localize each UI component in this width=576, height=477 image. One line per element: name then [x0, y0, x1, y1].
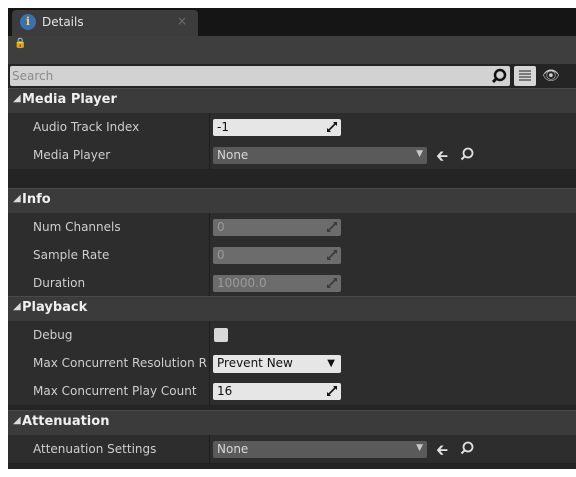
column-divider[interactable] [209, 321, 210, 349]
number-field: 10000.0 [213, 275, 341, 292]
column-divider[interactable] [209, 213, 210, 241]
property-row: Num Channels 0 [8, 213, 576, 242]
asset-value: None [217, 442, 249, 456]
chevron-down-icon: ▼ [416, 149, 423, 159]
drag-handle-icon [327, 250, 337, 260]
asset-value: None [217, 148, 249, 162]
number-field: 0 [213, 247, 341, 264]
property-label: Sample Rate [33, 248, 110, 262]
collapse-arrow-icon[interactable]: ◢ [13, 415, 21, 426]
chevron-down-icon: ▼ [416, 443, 423, 453]
property-label: Duration [33, 276, 86, 290]
collapse-arrow-icon[interactable]: ◢ [13, 93, 21, 104]
debug-checkbox[interactable] [214, 328, 228, 342]
number-value: 10000.0 [217, 276, 267, 290]
view-options-eye-icon[interactable]: 👁 [542, 68, 576, 86]
column-divider[interactable] [209, 349, 210, 377]
category-header[interactable]: ◢ Playback [8, 296, 576, 321]
enum-dropdown[interactable]: Prevent New ▼ [213, 355, 341, 373]
column-divider[interactable] [209, 141, 210, 169]
column-divider[interactable] [209, 113, 210, 141]
collapse-arrow-icon[interactable]: ◢ [13, 301, 21, 312]
drag-handle-icon [327, 222, 337, 232]
property-row: Duration 10000.0 [8, 269, 576, 298]
info-icon: i [20, 14, 36, 30]
close-icon[interactable]: × [177, 14, 187, 28]
category-label: Media Player [22, 92, 117, 107]
use-selected-arrow-icon[interactable]: 🡰 [436, 440, 454, 459]
property-label: Debug [33, 328, 73, 342]
category-label: Playback [22, 300, 88, 315]
category-header[interactable]: ◢ Info [8, 188, 576, 213]
toolbar: 🔒 [8, 36, 576, 64]
drag-handle-icon [327, 386, 337, 396]
number-value: 0 [217, 248, 225, 262]
asset-picker[interactable]: None ▼ [213, 441, 427, 458]
tab-details[interactable]: i Details × [12, 10, 198, 36]
chevron-down-icon: ▼ [327, 358, 335, 369]
number-value: 16 [217, 384, 233, 398]
number-field: 0 [213, 219, 341, 236]
drag-handle-icon [327, 278, 337, 288]
browse-search-icon[interactable] [458, 146, 476, 164]
property-label: Max Concurrent Resolution R [33, 356, 207, 370]
drag-handle-icon [327, 122, 337, 132]
property-row: Media Player None ▼ 🡰 [8, 141, 576, 170]
property-label: Num Channels [33, 220, 121, 234]
use-selected-arrow-icon[interactable]: 🡰 [436, 146, 454, 165]
column-divider[interactable] [209, 377, 210, 405]
property-matrix-button[interactable] [514, 66, 536, 86]
column-divider[interactable] [209, 435, 210, 463]
category-label: Info [22, 192, 51, 207]
number-value: -1 [217, 120, 229, 134]
number-value: 0 [217, 220, 225, 234]
search-input[interactable]: Search [10, 66, 510, 86]
browse-search-icon[interactable] [458, 440, 476, 458]
property-row: Debug [8, 321, 576, 350]
search-placeholder: Search [12, 69, 54, 83]
category-header[interactable]: ◢ Attenuation [8, 410, 576, 435]
category-header[interactable]: ◢ Media Player [8, 88, 576, 113]
property-label: Audio Track Index [33, 120, 140, 134]
search-icon[interactable] [491, 68, 508, 85]
tab-bar: i Details × [8, 8, 576, 36]
property-label: Max Concurrent Play Count [33, 384, 197, 398]
asset-picker[interactable]: None ▼ [213, 147, 427, 164]
tab-title: Details [42, 15, 84, 29]
property-row: Max Concurrent Play Count 16 [8, 377, 576, 406]
property-row: Sample Rate 0 [8, 241, 576, 270]
enum-value: Prevent New [217, 356, 293, 370]
property-row: Max Concurrent Resolution R Prevent New ▼ [8, 349, 576, 378]
property-row: Audio Track Index -1 [8, 113, 576, 142]
number-field[interactable]: 16 [213, 383, 341, 400]
property-label: Attenuation Settings [33, 442, 157, 456]
number-field[interactable]: -1 [213, 119, 341, 136]
property-label: Media Player [33, 148, 111, 162]
collapse-arrow-icon[interactable]: ◢ [13, 193, 21, 204]
column-divider[interactable] [209, 269, 210, 297]
property-row: Attenuation Settings None ▼ 🡰 [8, 435, 576, 464]
category-label: Attenuation [22, 414, 110, 429]
column-divider[interactable] [209, 241, 210, 269]
lock-icon[interactable]: 🔒 [14, 38, 26, 49]
details-panel: i Details × 🔒 Search 👁 ◢ Media Player Audi… [8, 8, 576, 469]
